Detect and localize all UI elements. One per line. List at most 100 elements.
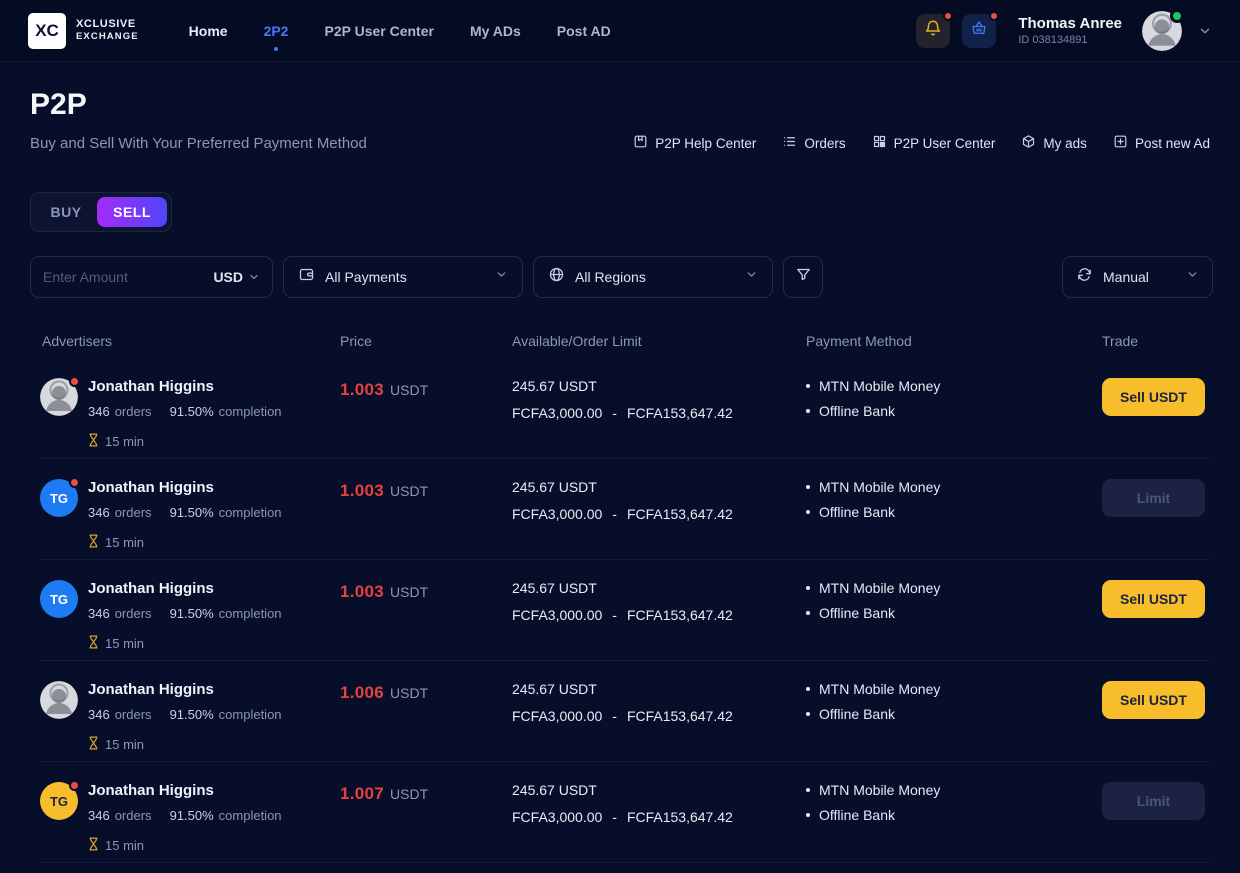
chevron-down-icon: [1186, 268, 1199, 286]
notifications-button[interactable]: [916, 14, 950, 48]
payment-method: Offline Bank: [806, 605, 1102, 621]
bullet-icon: [806, 409, 810, 413]
trade-button[interactable]: Limit: [1102, 782, 1205, 820]
trade-button[interactable]: Limit: [1102, 479, 1205, 517]
completion-rate: 91.50%: [170, 808, 214, 823]
trade-button[interactable]: Sell USDT: [1102, 681, 1205, 719]
limit-min: FCFA3,000.00: [512, 809, 602, 825]
completion-rate: 91.50%: [170, 606, 214, 621]
price-cell: 1.003 USDT: [340, 479, 512, 501]
user-avatar[interactable]: [1142, 11, 1182, 51]
bullet-icon: [806, 788, 810, 792]
price-cell: 1.006 USDT: [340, 681, 512, 703]
refresh-mode-select[interactable]: Manual: [1062, 256, 1213, 298]
package-icon: [1021, 134, 1036, 152]
nav-item-my-ads[interactable]: My ADs: [470, 23, 521, 39]
price-value: 1.003: [340, 481, 384, 501]
price-value: 1.003: [340, 582, 384, 602]
p2p-user-center-link[interactable]: P2P User Center: [872, 134, 996, 152]
advertiser-avatar[interactable]: [40, 378, 78, 416]
limit-max: FCFA153,647.42: [627, 708, 733, 724]
advertiser-name[interactable]: Jonathan Higgins: [88, 479, 282, 496]
price-unit: USDT: [390, 382, 428, 398]
price-value: 1.006: [340, 683, 384, 703]
avatar-photo: [40, 681, 78, 719]
basket-button[interactable]: [962, 14, 996, 48]
orders-link[interactable]: Orders: [782, 134, 845, 152]
orders-count: 346: [88, 707, 110, 722]
advertiser-avatar[interactable]: TG: [40, 479, 78, 517]
advertiser-name[interactable]: Jonathan Higgins: [88, 378, 282, 395]
chevron-down-icon[interactable]: [1198, 24, 1212, 38]
col-header-trade: Trade: [1102, 333, 1210, 349]
regions-select-value: All Regions: [575, 269, 646, 285]
limit-min: FCFA3,000.00: [512, 607, 602, 623]
post-new-ad-link[interactable]: Post new Ad: [1113, 134, 1210, 152]
buy-tab[interactable]: BUY: [35, 197, 97, 227]
available-cell: 245.67 USDT FCFA3,000.00 - FCFA153,647.4…: [512, 782, 806, 825]
regions-select[interactable]: All Regions: [533, 256, 773, 298]
completion-rate: 91.50%: [170, 707, 214, 722]
amount-input[interactable]: Enter Amount USD: [30, 256, 273, 298]
brand-logo[interactable]: XC XCLUSIVE EXCHANGE: [28, 13, 139, 49]
refresh-mode-value: Manual: [1103, 269, 1149, 285]
nav-item-p2p-user-center[interactable]: P2P User Center: [324, 23, 433, 39]
advertiser-cell: Jonathan Higgins 346 orders 91.50% compl…: [40, 378, 340, 450]
limit-min: FCFA3,000.00: [512, 708, 602, 724]
advertiser-stats: 346 orders 91.50% completion: [88, 404, 282, 419]
order-limit-range: FCFA3,000.00 - FCFA153,647.42: [512, 708, 806, 724]
advertiser-avatar[interactable]: [40, 681, 78, 719]
payment-time-limit: 15 min: [88, 837, 282, 854]
payment-method: Offline Bank: [806, 403, 1102, 419]
price-unit: USDT: [390, 685, 428, 701]
completion-label: completion: [219, 808, 282, 823]
topbar-right-cluster: Thomas Anree ID 038134891: [916, 11, 1212, 51]
nav-item-2p2[interactable]: 2P2: [264, 23, 289, 39]
col-header-price: Price: [340, 333, 512, 349]
hourglass-icon: [88, 534, 99, 551]
advertiser-stats: 346 orders 91.50% completion: [88, 707, 282, 722]
advertiser-name[interactable]: Jonathan Higgins: [88, 681, 282, 698]
hourglass-icon: [88, 433, 99, 450]
trade-cell: Sell USDT: [1102, 378, 1210, 416]
time-value: 15 min: [105, 434, 144, 449]
bullet-icon: [806, 485, 810, 489]
trade-button[interactable]: Sell USDT: [1102, 580, 1205, 618]
limit-min: FCFA3,000.00: [512, 506, 602, 522]
payment-time-limit: 15 min: [88, 736, 282, 753]
offer-row: TG Jonathan Higgins 346 orders 91.50% co…: [40, 762, 1210, 863]
filter-button[interactable]: [783, 256, 823, 298]
main-content: P2P Buy and Sell With Your Preferred Pay…: [0, 88, 1240, 863]
amount-placeholder: Enter Amount: [43, 269, 128, 285]
orders-label: orders: [115, 505, 152, 520]
payment-method: MTN Mobile Money: [806, 580, 1102, 596]
available-cell: 245.67 USDT FCFA3,000.00 - FCFA153,647.4…: [512, 479, 806, 522]
offer-row: TG Jonathan Higgins 346 orders 91.50% co…: [40, 459, 1210, 560]
orders-list-icon: [782, 134, 797, 152]
page-subtitle: Buy and Sell With Your Preferred Payment…: [30, 135, 367, 152]
payment-method: Offline Bank: [806, 807, 1102, 823]
advertiser-name[interactable]: Jonathan Higgins: [88, 580, 282, 597]
limit-dash: -: [612, 809, 617, 825]
advertiser-stats: 346 orders 91.50% completion: [88, 606, 282, 621]
advertiser-avatar[interactable]: TG: [40, 782, 78, 820]
p2p-help-center-link[interactable]: P2P Help Center: [633, 134, 756, 152]
available-amount: 245.67 USDT: [512, 681, 806, 697]
logo-mark: XC: [28, 13, 66, 49]
currency-select[interactable]: USD: [213, 269, 260, 285]
user-info[interactable]: Thomas Anree ID 038134891: [1018, 15, 1122, 46]
nav-item-home[interactable]: Home: [189, 23, 228, 39]
advertiser-name[interactable]: Jonathan Higgins: [88, 782, 282, 799]
bullet-icon: [806, 813, 810, 817]
hourglass-icon: [88, 635, 99, 652]
sell-tab[interactable]: SELL: [97, 197, 167, 227]
nav-item-post-ad[interactable]: Post AD: [557, 23, 611, 39]
payment-methods-cell: MTN Mobile Money Offline Bank: [806, 479, 1102, 520]
advertiser-avatar[interactable]: TG: [40, 580, 78, 618]
my-ads-link[interactable]: My ads: [1021, 134, 1087, 152]
limit-max: FCFA153,647.42: [627, 809, 733, 825]
grid-icon: [872, 134, 887, 152]
notification-dot: [69, 780, 80, 791]
payments-select[interactable]: All Payments: [283, 256, 523, 298]
trade-button[interactable]: Sell USDT: [1102, 378, 1205, 416]
